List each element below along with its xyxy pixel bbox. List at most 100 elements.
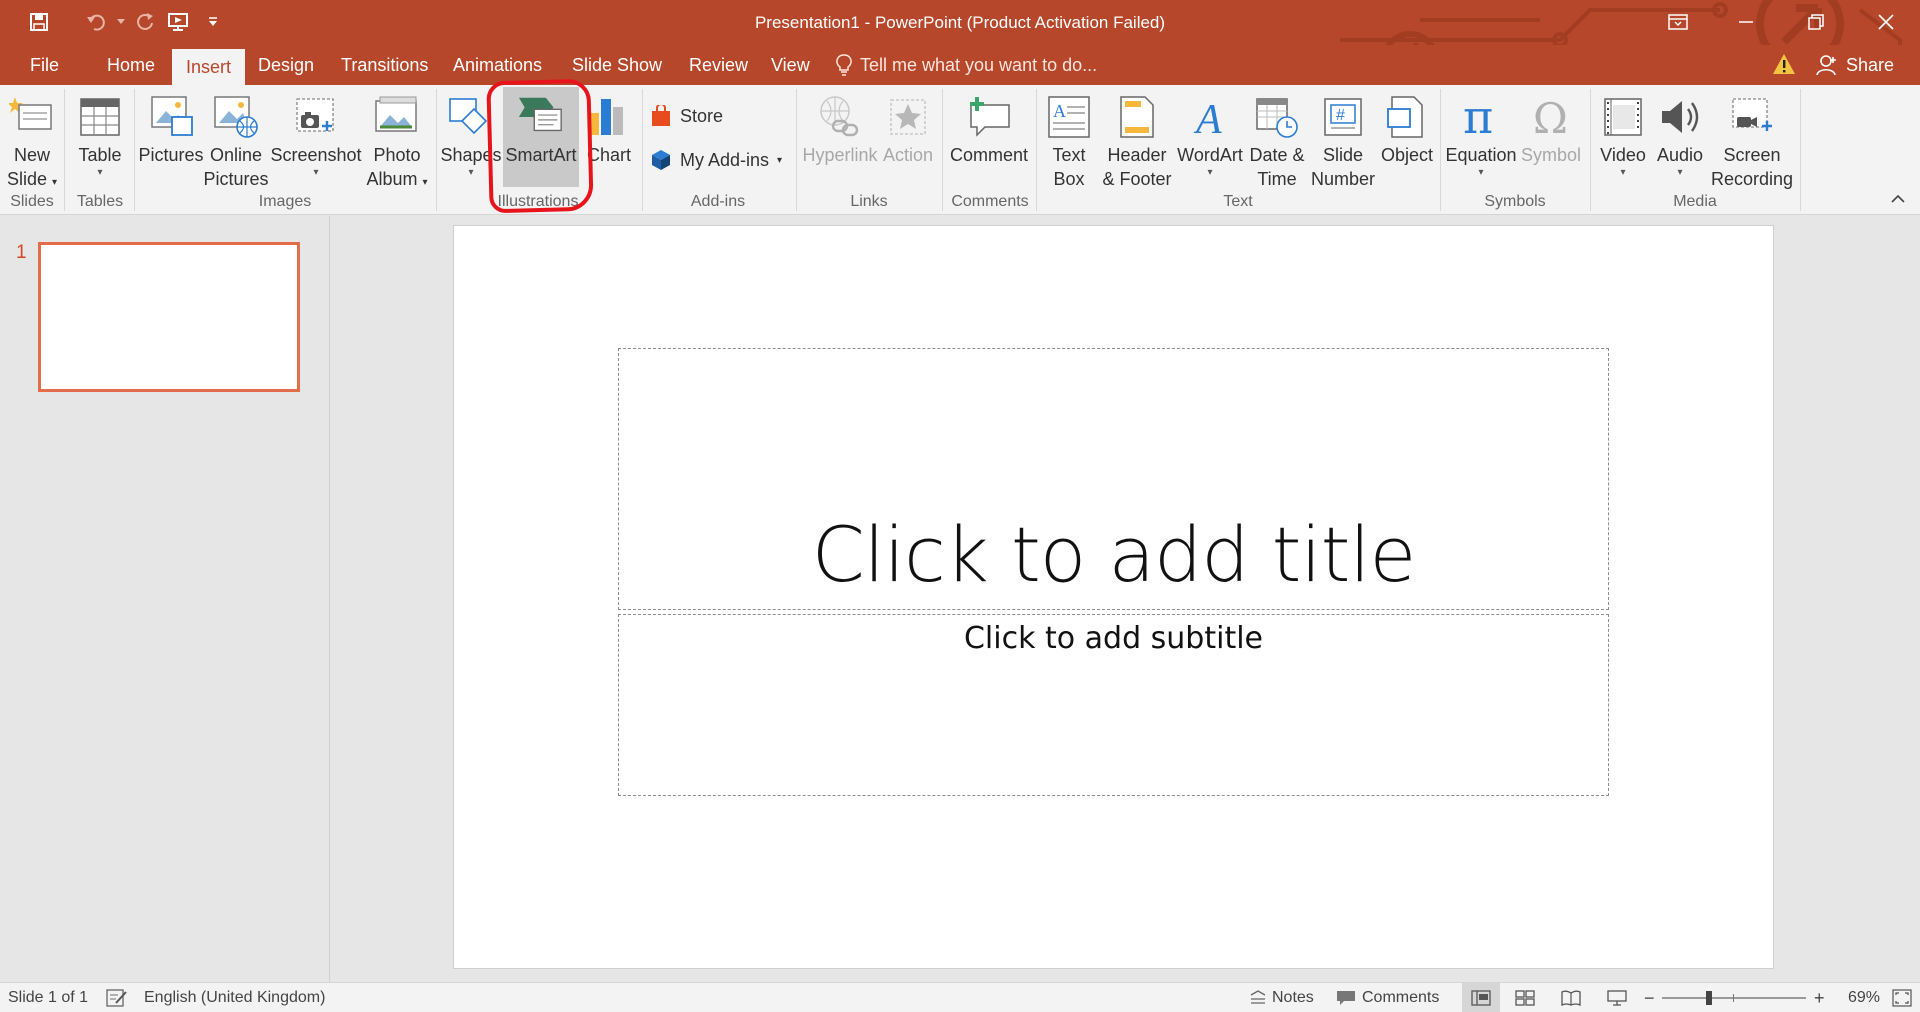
photo-album-icon bbox=[373, 91, 421, 143]
slide-show-view-icon[interactable] bbox=[1600, 983, 1634, 1012]
title-placeholder[interactable]: Click to add title bbox=[618, 348, 1609, 610]
group-label-links: Links bbox=[850, 193, 888, 210]
pi-icon: π bbox=[1457, 91, 1505, 143]
slide-thumbnail[interactable] bbox=[38, 242, 300, 392]
chevron-down-icon: ▾ bbox=[1620, 167, 1626, 178]
group-separator bbox=[436, 89, 437, 211]
slide-number-button[interactable]: # Slide Number bbox=[1310, 91, 1376, 201]
pictures-icon bbox=[147, 91, 195, 143]
svg-text:Ω: Ω bbox=[1533, 95, 1568, 139]
subtitle-placeholder-text: Click to add subtitle bbox=[963, 621, 1264, 656]
minimize-icon[interactable] bbox=[1718, 6, 1774, 38]
comments-button[interactable]: Comments bbox=[1336, 983, 1439, 1012]
online-pictures-icon bbox=[212, 91, 260, 143]
pictures-button[interactable]: Pictures bbox=[138, 91, 204, 201]
warning-icon[interactable] bbox=[1772, 53, 1796, 80]
group-label-media: Media bbox=[1673, 193, 1717, 210]
chevron-down-icon: ▾ bbox=[52, 177, 58, 188]
collapse-ribbon-icon[interactable] bbox=[1890, 191, 1906, 207]
spelling-check-icon[interactable] bbox=[106, 983, 128, 1012]
language-indicator[interactable]: English (United Kingdom) bbox=[144, 983, 325, 1012]
zoom-percent[interactable]: 69% bbox=[1848, 983, 1880, 1012]
zoom-in-button[interactable]: + bbox=[1814, 983, 1825, 1012]
wordart-icon: A bbox=[1186, 91, 1234, 143]
chevron-down-icon: ▾ bbox=[1207, 167, 1213, 178]
wordart-button[interactable]: A WordArt ▾ bbox=[1176, 91, 1244, 201]
slide-sorter-view-icon[interactable] bbox=[1508, 983, 1542, 1012]
zoom-out-button[interactable]: − bbox=[1644, 983, 1655, 1012]
screenshot-button[interactable]: Screenshot ▾ bbox=[270, 91, 362, 201]
tab-file[interactable]: File bbox=[30, 45, 59, 85]
group-label-slides: Slides bbox=[10, 193, 54, 210]
group-label-text: Text bbox=[1223, 193, 1253, 210]
slide-canvas: Click to add title Click to add subtitle bbox=[453, 225, 1774, 969]
symbol-button[interactable]: Ω Symbol bbox=[1518, 91, 1584, 201]
title-placeholder-text: Click to add title bbox=[811, 510, 1417, 599]
restore-icon[interactable] bbox=[1788, 6, 1844, 38]
tab-home[interactable]: Home bbox=[107, 45, 155, 85]
normal-view-icon[interactable] bbox=[1464, 983, 1498, 1012]
lightbulb-icon bbox=[836, 54, 852, 76]
svg-text:#: # bbox=[1336, 107, 1345, 124]
zoom-slider[interactable] bbox=[1662, 994, 1806, 1002]
new-slide-icon bbox=[8, 91, 56, 143]
group-separator bbox=[942, 89, 943, 211]
object-button[interactable]: Object bbox=[1376, 91, 1438, 201]
fit-slide-to-window-icon[interactable] bbox=[1892, 983, 1912, 1012]
slide-thumbnails-pane: 1 bbox=[0, 216, 330, 982]
tab-design[interactable]: Design bbox=[258, 45, 314, 85]
group-label-symbols: Symbols bbox=[1484, 193, 1546, 210]
group-label-images: Images bbox=[258, 193, 312, 210]
store-bag-icon bbox=[652, 105, 670, 126]
group-label-comments: Comments bbox=[951, 193, 1029, 210]
audio-button[interactable]: Audio ▾ bbox=[1652, 91, 1708, 201]
tab-insert[interactable]: Insert bbox=[172, 49, 246, 85]
equation-button[interactable]: π Equation ▾ bbox=[1444, 91, 1518, 201]
online-pictures-button[interactable]: Online Pictures bbox=[203, 91, 269, 201]
chevron-down-icon: ▾ bbox=[313, 167, 319, 178]
group-label-tables: Tables bbox=[76, 193, 124, 210]
tab-view[interactable]: View bbox=[771, 45, 810, 85]
ribbon-display-options-icon[interactable] bbox=[1650, 6, 1706, 38]
screen-recording-button[interactable]: Screen Recording bbox=[1708, 91, 1796, 201]
close-icon[interactable] bbox=[1858, 6, 1914, 38]
svg-text:A: A bbox=[1053, 101, 1066, 121]
chart-icon bbox=[585, 91, 633, 143]
my-addins-button[interactable]: My Add-ins ▾ bbox=[650, 145, 782, 175]
group-separator bbox=[642, 89, 643, 211]
hyperlink-button[interactable]: Hyperlink bbox=[800, 91, 880, 201]
photo-album-button[interactable]: Photo Album ▾ bbox=[364, 91, 430, 201]
group-separator bbox=[134, 89, 135, 211]
zoom-slider-center-tick bbox=[1733, 994, 1734, 1002]
group-separator bbox=[1800, 89, 1801, 211]
group-separator bbox=[64, 89, 65, 211]
new-slide-button[interactable]: New Slide ▾ bbox=[6, 91, 58, 201]
text-box-button[interactable]: A Text Box bbox=[1040, 91, 1098, 201]
group-separator bbox=[1440, 89, 1441, 211]
omega-icon: Ω bbox=[1527, 91, 1575, 143]
date-time-button[interactable]: Date & Time bbox=[1244, 91, 1310, 201]
object-icon bbox=[1383, 91, 1431, 143]
notes-button[interactable]: Notes bbox=[1250, 983, 1314, 1012]
zoom-slider-thumb[interactable] bbox=[1706, 991, 1713, 1005]
tab-slide-show[interactable]: Slide Show bbox=[572, 45, 662, 85]
text-box-icon: A bbox=[1045, 91, 1093, 143]
reading-view-icon[interactable] bbox=[1554, 983, 1588, 1012]
tell-me-search[interactable]: Tell me what you want to do... bbox=[836, 45, 1097, 85]
comment-button[interactable]: Comment bbox=[946, 91, 1032, 201]
table-button[interactable]: Table ▾ bbox=[72, 91, 128, 201]
status-bar: Slide 1 of 1 English (United Kingdom) No… bbox=[0, 982, 1920, 1012]
video-button[interactable]: Video ▾ bbox=[1594, 91, 1652, 201]
tab-transitions[interactable]: Transitions bbox=[341, 45, 428, 85]
action-button[interactable]: Action bbox=[880, 91, 936, 201]
tab-review[interactable]: Review bbox=[689, 45, 748, 85]
slide-counter: Slide 1 of 1 bbox=[8, 989, 89, 1006]
share-button[interactable]: Share bbox=[1816, 50, 1908, 80]
subtitle-placeholder[interactable]: Click to add subtitle bbox=[618, 614, 1609, 796]
ribbon: New Slide ▾ Slides Table ▾ Tables Pictur… bbox=[0, 85, 1920, 215]
group-separator bbox=[1036, 89, 1037, 211]
tab-animations[interactable]: Animations bbox=[453, 45, 542, 85]
chevron-down-icon: ▾ bbox=[422, 177, 428, 188]
header-footer-button[interactable]: Header & Footer bbox=[1098, 91, 1176, 201]
store-button[interactable]: Store bbox=[650, 101, 723, 131]
